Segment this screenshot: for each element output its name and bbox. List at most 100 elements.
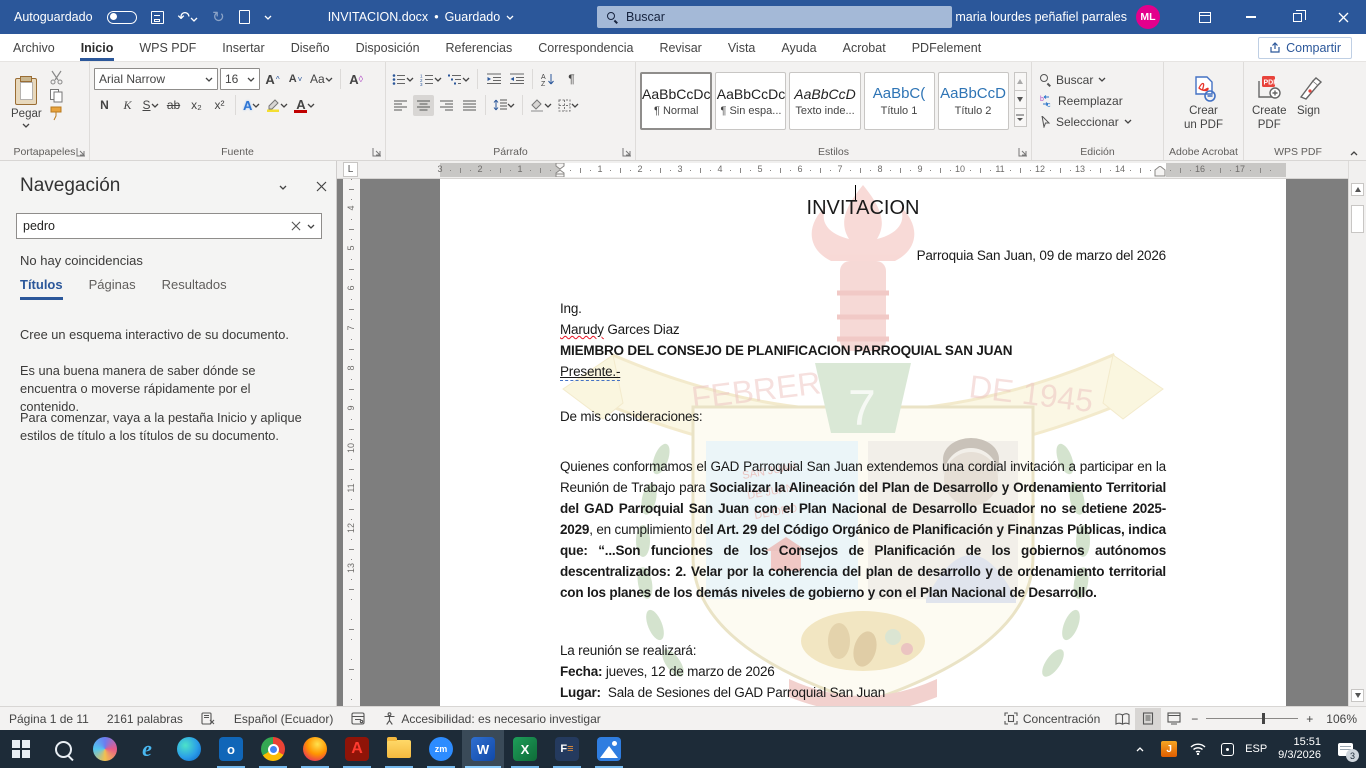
collapse-ribbon-button[interactable] (1350, 151, 1358, 156)
underline-button[interactable]: S (140, 95, 161, 116)
clipboard-dialog-launcher[interactable] (76, 147, 86, 157)
replace-button[interactable]: bc Reemplazar (1036, 90, 1159, 111)
show-marks-button[interactable]: ¶ (561, 69, 582, 90)
language-indicator[interactable]: Español (Ecuador) (225, 707, 342, 730)
tab-insertar[interactable]: Insertar (209, 34, 277, 61)
web-layout-button[interactable] (1161, 708, 1187, 730)
zoom-app-button[interactable]: zm (420, 730, 462, 768)
scroll-up-button[interactable] (1351, 183, 1364, 196)
nav-tab-paginas[interactable]: Páginas (89, 277, 136, 300)
outlook-button[interactable]: o (210, 730, 252, 768)
text-effects-button[interactable]: A (241, 95, 262, 116)
chrome-button[interactable] (252, 730, 294, 768)
numbering-button[interactable]: 123 (418, 69, 444, 90)
tab-revisar[interactable]: Revisar (646, 34, 714, 61)
align-center-button[interactable] (413, 95, 434, 116)
wps-create-pdf-button[interactable]: PDF Create PDF (1248, 66, 1291, 140)
java-tray-icon[interactable]: J (1158, 736, 1180, 762)
undo-button[interactable]: ↶ (178, 10, 199, 25)
paragraph-dialog-launcher[interactable] (622, 147, 632, 157)
paste-button[interactable]: Pegar (4, 66, 49, 140)
text-predictions[interactable] (342, 707, 374, 730)
restore-button[interactable] (1274, 0, 1320, 34)
tab-archivo[interactable]: Archivo (0, 34, 68, 61)
decrease-indent-button[interactable] (483, 69, 504, 90)
excel-button[interactable]: X (504, 730, 546, 768)
vertical-scrollbar[interactable] (1348, 161, 1366, 706)
font-dialog-launcher[interactable] (372, 147, 382, 157)
navigation-close-icon[interactable] (316, 181, 327, 192)
tab-stop-selector[interactable]: L (343, 162, 358, 177)
print-layout-button[interactable] (1135, 708, 1161, 730)
device-tray-icon[interactable] (1216, 736, 1238, 762)
page-indicator[interactable]: Página 1 de 11 (0, 707, 98, 730)
tab-vista[interactable]: Vista (715, 34, 769, 61)
photos-button[interactable] (588, 730, 630, 768)
wps-sign-button[interactable]: Sign (1291, 66, 1327, 140)
horizontal-ruler[interactable]: 32112345678910111213141617 (440, 163, 1286, 177)
search-options-icon[interactable] (307, 224, 315, 229)
tab-ayuda[interactable]: Ayuda (768, 34, 829, 61)
styles-dialog-launcher[interactable] (1018, 147, 1028, 157)
create-pdf-acrobat-button[interactable]: Crear un PDF (1168, 66, 1239, 140)
redo-button[interactable]: ↻ (212, 10, 225, 25)
zoom-slider[interactable] (1206, 718, 1298, 719)
tab-wps-pdf[interactable]: WPS PDF (126, 34, 209, 61)
style-titulo-2[interactable]: AaBbCcD Título 2 (938, 72, 1009, 130)
word-button[interactable]: W (462, 730, 504, 768)
word-count[interactable]: 2161 palabras (98, 707, 192, 730)
bold-button[interactable]: N (94, 95, 115, 116)
superscript-button[interactable]: x² (209, 95, 230, 116)
zoom-in-button[interactable]: + (1302, 712, 1317, 726)
right-indent-marker[interactable] (1154, 166, 1166, 177)
bullets-button[interactable] (390, 69, 416, 90)
document-title[interactable]: INVITACION.docx • Guardado (328, 10, 514, 24)
style-sin-espaciado[interactable]: AaBbCcDc ¶ Sin espa... (715, 72, 786, 130)
share-button[interactable]: Compartir (1258, 37, 1352, 59)
zoom-level[interactable]: 106% (1317, 712, 1366, 726)
navigation-options-icon[interactable] (278, 185, 288, 190)
increase-indent-button[interactable] (506, 69, 527, 90)
fe-app-button[interactable]: F≡ (546, 730, 588, 768)
read-mode-button[interactable] (1109, 708, 1135, 730)
nav-tab-resultados[interactable]: Resultados (162, 277, 227, 300)
font-color-button[interactable]: A (292, 95, 317, 116)
scrollbar-thumb[interactable] (1351, 205, 1364, 233)
tab-inicio[interactable]: Inicio (68, 34, 127, 61)
accessibility-status[interactable]: Accesibilidad: es necesario investigar (374, 707, 609, 730)
borders-button[interactable] (556, 95, 581, 116)
clear-formatting-button[interactable]: A◊ (346, 69, 367, 90)
taskbar-search-button[interactable] (42, 730, 84, 768)
tray-chevron-up-icon[interactable] (1129, 736, 1151, 762)
styles-gallery-more[interactable] (1014, 108, 1027, 127)
navigation-search-input[interactable]: pedro (16, 213, 322, 239)
save-icon[interactable] (151, 11, 164, 24)
justify-button[interactable] (459, 95, 480, 116)
copilot-button[interactable] (84, 730, 126, 768)
tab-correspondencia[interactable]: Correspondencia (525, 34, 646, 61)
italic-button[interactable]: K (117, 95, 138, 116)
sort-button[interactable]: AZ (538, 69, 559, 90)
styles-scroll-up[interactable] (1014, 72, 1027, 91)
shading-button[interactable] (528, 95, 554, 116)
align-right-button[interactable] (436, 95, 457, 116)
select-button[interactable]: Seleccionar (1036, 111, 1159, 132)
tab-pdfelement[interactable]: PDFelement (899, 34, 994, 61)
user-name[interactable]: maria lourdes peñafiel parrales (955, 10, 1127, 24)
scroll-down-button[interactable] (1351, 689, 1364, 702)
avatar[interactable]: ML (1136, 5, 1160, 29)
find-button[interactable]: Buscar (1036, 69, 1159, 90)
grow-font-button[interactable]: A^ (262, 69, 283, 90)
minimize-button[interactable] (1228, 0, 1274, 34)
font-name-select[interactable]: Arial Narrow (94, 68, 218, 90)
customize-qat-icon[interactable] (264, 15, 272, 20)
vertical-ruler[interactable]: 45678910111213 (343, 179, 360, 706)
tab-acrobat[interactable]: Acrobat (830, 34, 899, 61)
keyboard-language[interactable]: ESP (1245, 743, 1267, 755)
acrobat-reader-button[interactable]: A (336, 730, 378, 768)
subscript-button[interactable]: x₂ (186, 95, 207, 116)
shrink-font-button[interactable]: A˅ (285, 69, 306, 90)
format-painter-icon[interactable] (49, 106, 64, 121)
zoom-out-button[interactable]: − (1187, 712, 1202, 726)
style-texto-independiente[interactable]: AaBbCcD Texto inde... (789, 72, 860, 130)
